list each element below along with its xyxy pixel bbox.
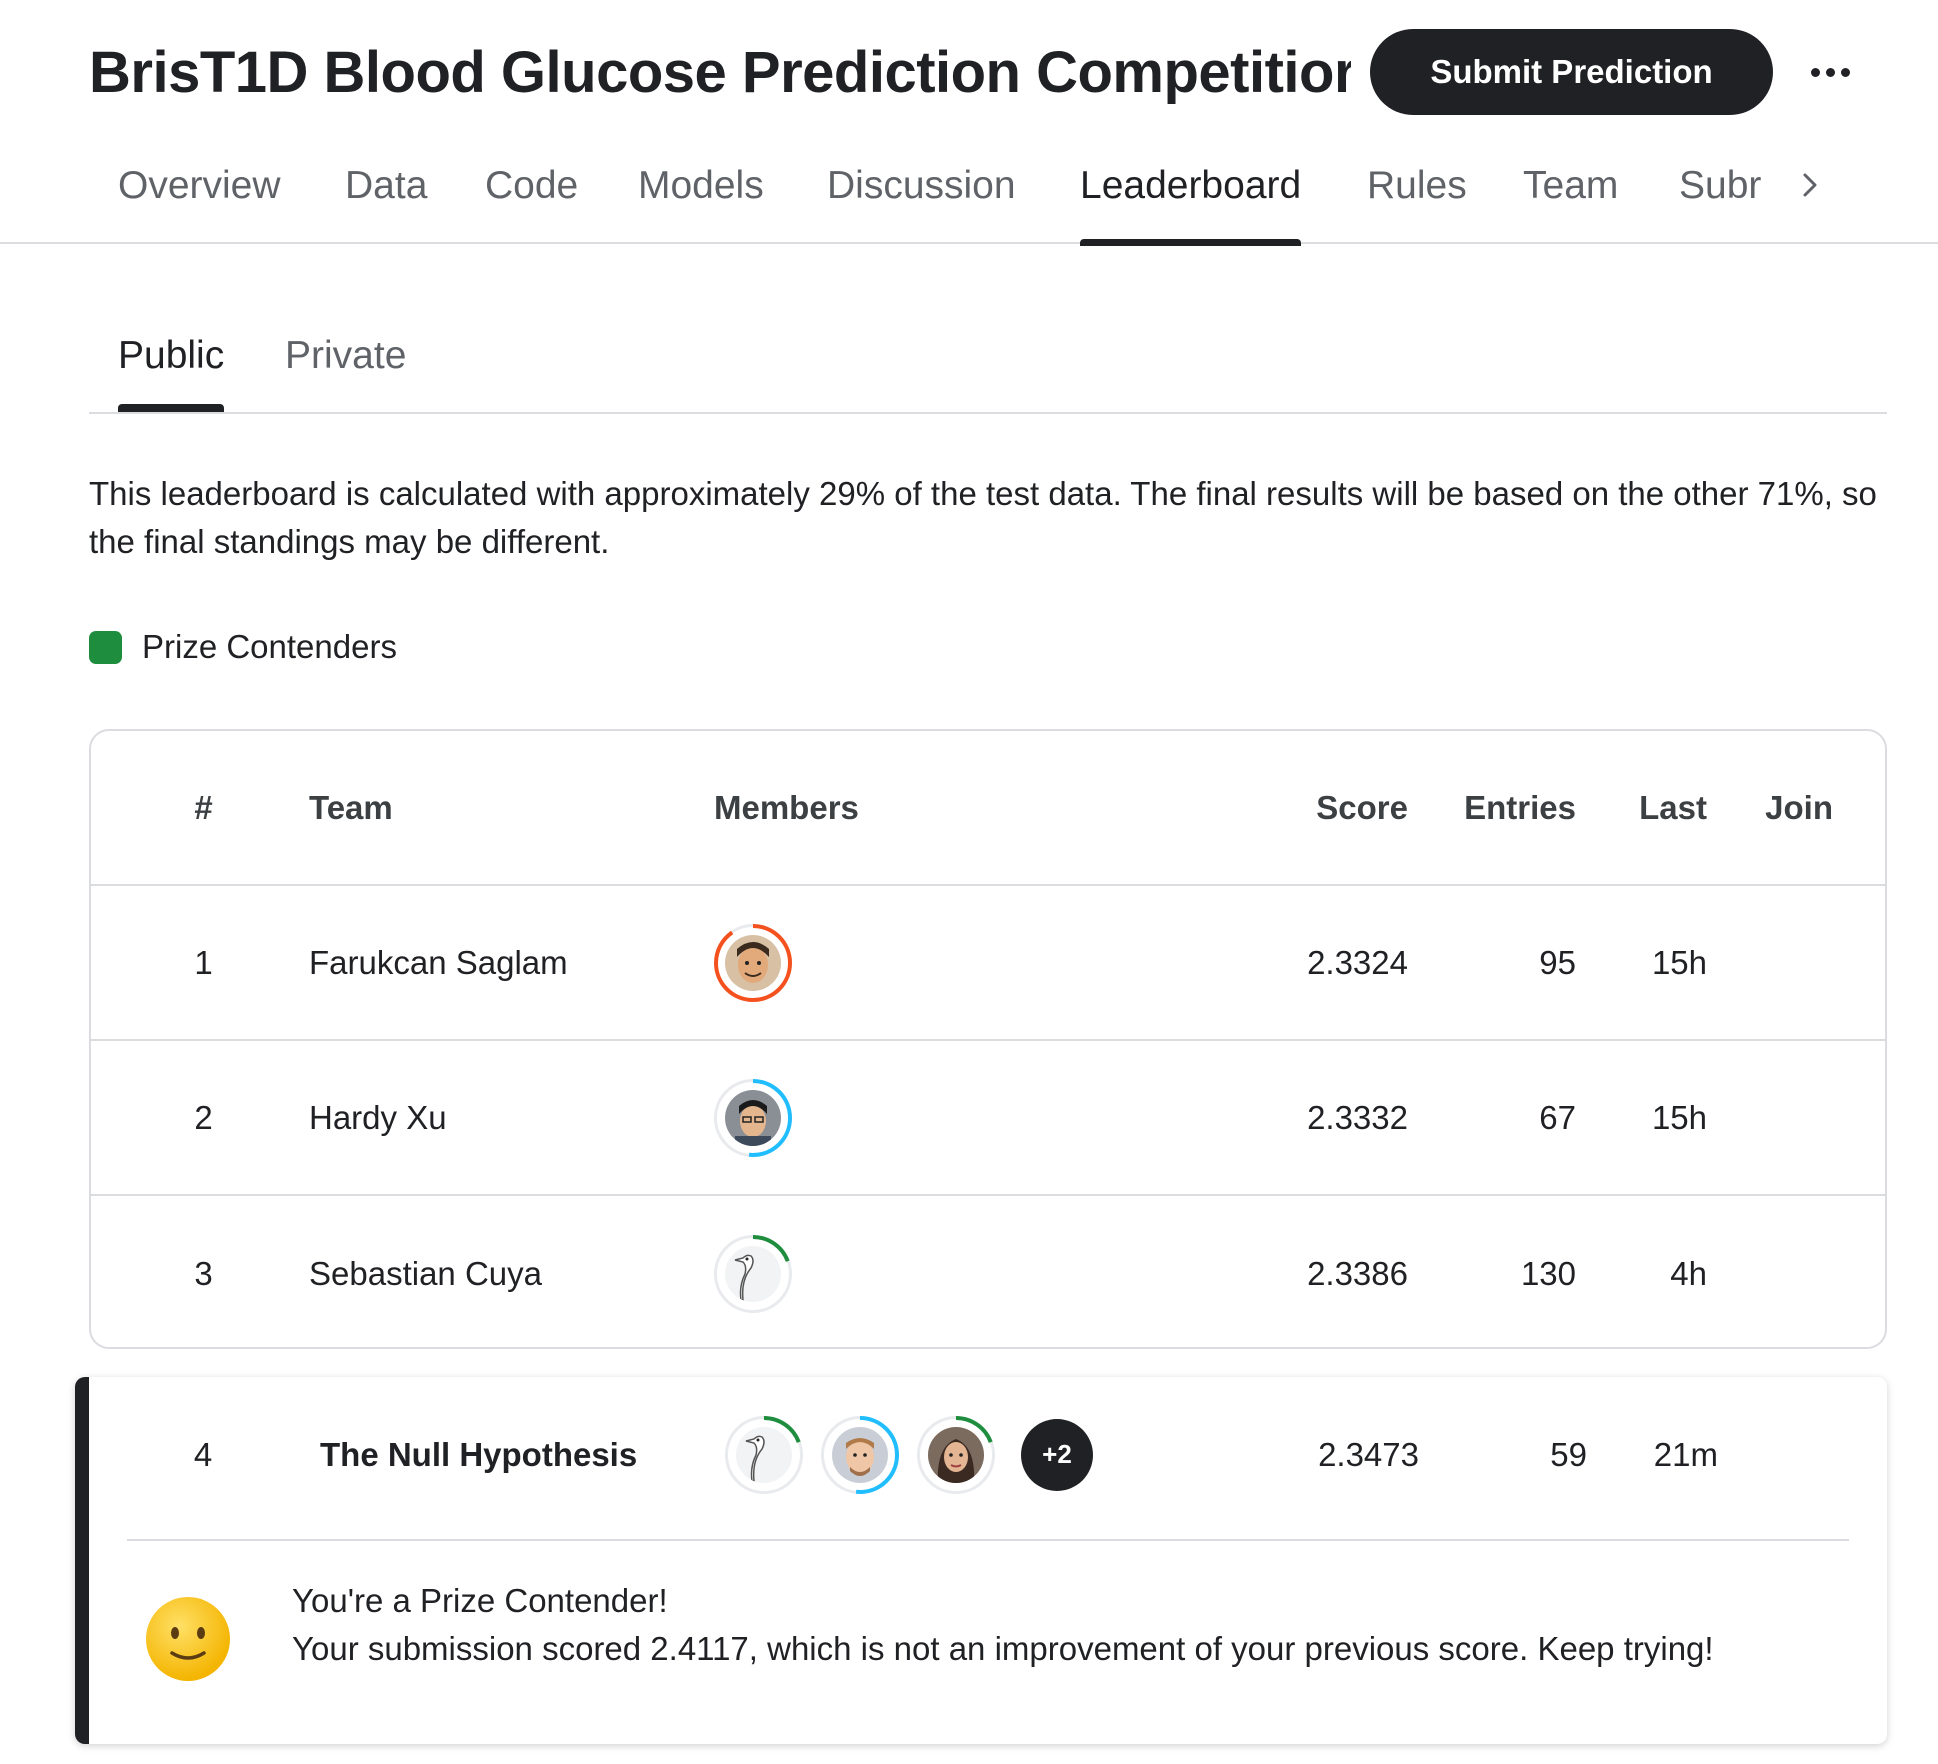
member-avatar[interactable]: [714, 1078, 792, 1157]
more-options-icon[interactable]: [1795, 42, 1865, 102]
table-row[interactable]: 2 Hardy Xu 2.3332 67 15h: [91, 1041, 1885, 1196]
column-header-score[interactable]: Score: [1198, 731, 1408, 884]
chevron-right-icon[interactable]: [1795, 170, 1825, 200]
leaderboard-info-text: This leaderboard is calculated with appr…: [89, 475, 1877, 560]
score-cell: 2.3386: [1307, 1254, 1408, 1292]
user-photo-icon: [725, 934, 781, 991]
user-photo-icon: [832, 1426, 888, 1483]
tab-rules[interactable]: Rules: [1367, 160, 1467, 244]
prize-legend: Prize Contenders: [89, 628, 397, 666]
tab-private[interactable]: Private: [285, 330, 406, 382]
page-title: BrisT1D Blood Glucose Prediction Competi…: [89, 40, 1351, 105]
tab-code[interactable]: Code: [485, 160, 578, 244]
column-header-rank[interactable]: #: [91, 731, 316, 884]
rank-cell: 4: [193, 1435, 213, 1473]
column-header-team[interactable]: Team: [309, 731, 689, 884]
goose-icon: [736, 1426, 792, 1483]
tab-submissions[interactable]: Subr: [1679, 160, 1765, 244]
tab-discussion[interactable]: Discussion: [827, 160, 1016, 244]
score-cell: 2.3473: [1318, 1435, 1419, 1473]
member-avatar[interactable]: [714, 1234, 792, 1313]
column-header-join[interactable]: Join: [1733, 731, 1833, 884]
entries-cell: 67: [1539, 1098, 1576, 1136]
last-cell: 15h: [1651, 943, 1707, 981]
table-row[interactable]: 3 Sebastian Cuya 2.3386 130 4h: [91, 1196, 1885, 1347]
table-row[interactable]: 1 Farukcan Saglam 2.3324 95 15h: [91, 886, 1885, 1041]
smiley-face-icon: [146, 1597, 230, 1681]
entries-cell: 95: [1539, 943, 1576, 981]
user-photo-icon: [928, 1426, 984, 1483]
message-body: Your submission scored 2.4117, which is …: [292, 1630, 1714, 1667]
my-team-row[interactable]: 4 The Null Hypothesis +2 2.3473 59 21m: [89, 1377, 1887, 1532]
goose-icon: [725, 1245, 781, 1302]
tab-data[interactable]: Data: [345, 160, 427, 244]
last-cell: 21m: [1653, 1435, 1718, 1473]
member-avatar[interactable]: [821, 1415, 899, 1494]
rank-cell: 3: [194, 1254, 213, 1292]
entries-cell: 59: [1550, 1435, 1587, 1473]
entries-cell: 130: [1520, 1254, 1576, 1292]
last-cell: 15h: [1651, 1098, 1707, 1136]
member-avatar[interactable]: [714, 923, 792, 1002]
members-cell: [714, 1041, 1214, 1194]
member-avatar[interactable]: [917, 1415, 995, 1494]
submit-prediction-button[interactable]: Submit Prediction: [1370, 29, 1773, 115]
members-cell: +2: [725, 1377, 1225, 1532]
table-header-row: # Team Members Score Entries Last Join: [91, 731, 1885, 886]
team-name[interactable]: The Null Hypothesis: [320, 1377, 700, 1532]
tab-team[interactable]: Team: [1523, 160, 1618, 244]
competition-tabs: Overview Data Code Models Discussion Lea…: [0, 150, 1938, 246]
tab-public[interactable]: Public: [118, 330, 225, 412]
column-header-members: Members: [714, 788, 859, 826]
submission-message: You're a Prize Contender! Your submissio…: [292, 1577, 1872, 1673]
prize-contender-swatch: [89, 630, 122, 664]
rank-cell: 2: [194, 1098, 213, 1136]
member-avatar[interactable]: [725, 1415, 803, 1494]
score-cell: 2.3324: [1307, 943, 1408, 981]
tab-overview[interactable]: Overview: [118, 160, 281, 244]
leaderboard-subtabs: Public Private: [89, 330, 1887, 414]
message-title: You're a Prize Contender!: [292, 1582, 668, 1619]
members-cell: [714, 1196, 1214, 1347]
members-cell: [714, 886, 1214, 1039]
tab-leaderboard[interactable]: Leaderboard: [1080, 160, 1302, 246]
team-name[interactable]: Hardy Xu: [309, 1041, 689, 1194]
more-members-badge[interactable]: +2: [1021, 1418, 1093, 1491]
legend-label: Prize Contenders: [142, 628, 397, 665]
leaderboard-table: # Team Members Score Entries Last Join 1…: [89, 729, 1887, 1349]
team-name[interactable]: Farukcan Saglam: [309, 886, 689, 1039]
user-photo-icon: [725, 1089, 781, 1146]
column-header-entries[interactable]: Entries: [1426, 731, 1576, 884]
last-cell: 4h: [1670, 1254, 1707, 1292]
my-team-card: 4 The Null Hypothesis +2 2.3473 59 21m Y…: [75, 1377, 1887, 1744]
score-cell: 2.3332: [1307, 1098, 1408, 1136]
rank-cell: 1: [194, 943, 213, 981]
tab-models[interactable]: Models: [638, 160, 764, 244]
column-header-last[interactable]: Last: [1601, 731, 1707, 884]
team-name[interactable]: Sebastian Cuya: [309, 1196, 689, 1347]
divider: [127, 1539, 1849, 1541]
